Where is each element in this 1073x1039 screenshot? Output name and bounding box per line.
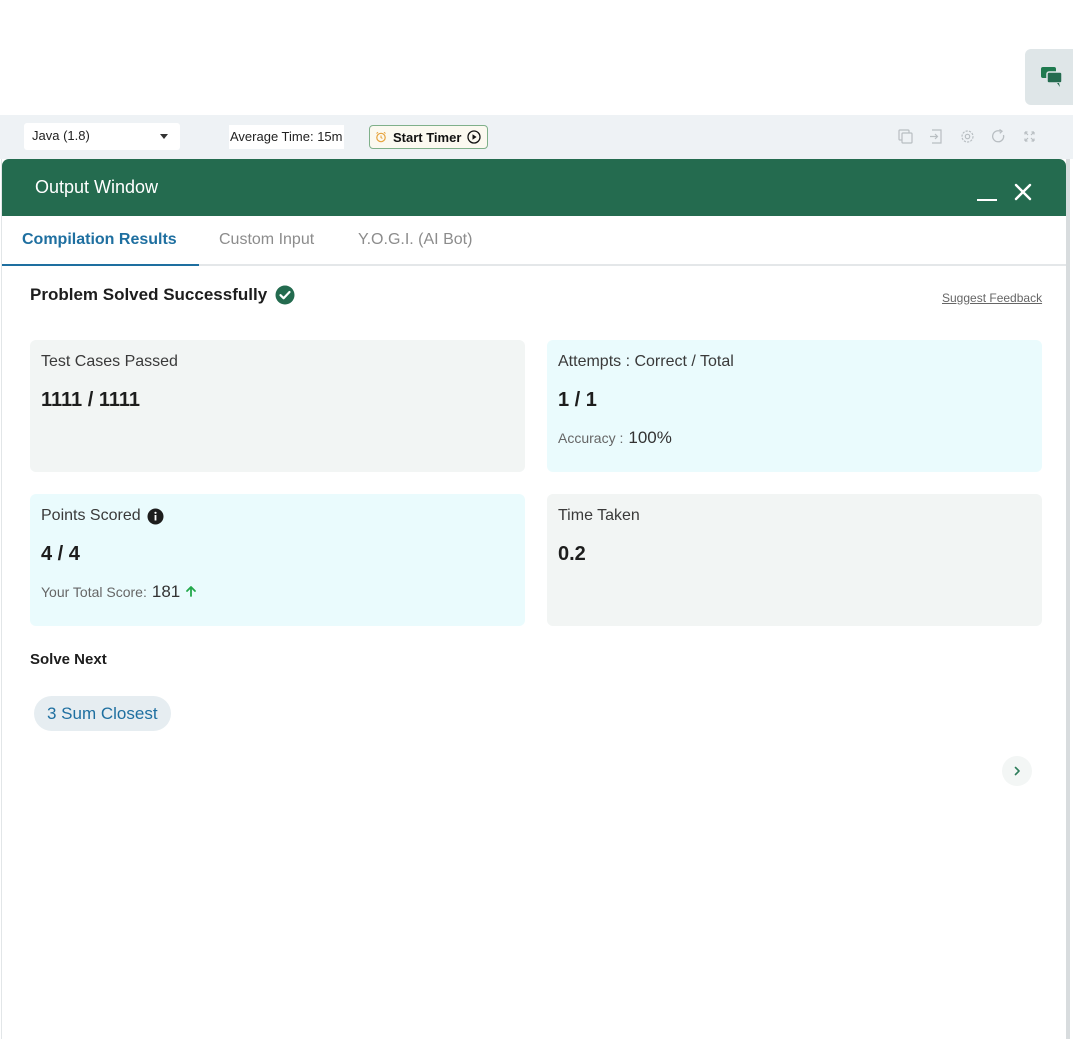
card-label: Test Cases Passed — [41, 353, 178, 370]
attempts-card: Attempts : Correct / Total 1 / 1 Accurac… — [547, 340, 1042, 472]
card-label: Time Taken — [558, 507, 640, 524]
card-label: Attempts : Correct / Total — [558, 353, 734, 370]
total-score-value: 181 — [151, 582, 181, 601]
card-value: 1111 / 1111 — [41, 389, 141, 411]
refresh-icon[interactable] — [989, 127, 1008, 146]
accuracy-value: 100% — [628, 428, 672, 447]
test-cases-card: Test Cases Passed 1111 / 1111 — [30, 340, 525, 472]
total-score-row: Your Total Score: 181 — [41, 582, 514, 602]
points-card: Points Scored 4 / 4 Your Total Score: 18… — [30, 494, 525, 626]
card-value: 0.2 — [558, 543, 586, 565]
start-timer-button[interactable]: Start Timer — [369, 125, 488, 149]
tab-custom-input[interactable]: Custom Input — [219, 216, 314, 266]
info-icon[interactable] — [147, 508, 164, 525]
alarm-icon — [376, 131, 386, 143]
tab-yogi-ai-bot[interactable]: Y.O.G.I. (AI Bot) — [358, 216, 472, 266]
chat-icon — [1041, 67, 1063, 87]
tab-compilation-results[interactable]: Compilation Results — [2, 216, 199, 266]
accuracy-label: Accuracy : — [558, 430, 624, 446]
average-time: Average Time: 15m — [229, 125, 345, 149]
arrow-up-icon — [186, 586, 197, 597]
language-select[interactable]: Java (1.8) — [24, 123, 180, 150]
card-value: 4 / 4 — [41, 543, 80, 565]
solve-next-chip[interactable]: 3 Sum Closest — [34, 696, 171, 731]
status-heading: Problem Solved Successfully — [30, 285, 295, 305]
chat-button[interactable] — [1025, 49, 1073, 105]
language-select-value: Java (1.8) — [32, 128, 90, 143]
solve-next-heading: Solve Next — [30, 651, 107, 668]
total-score-label: Your Total Score: — [41, 584, 147, 600]
next-button[interactable] — [1002, 756, 1032, 786]
card-label-row: Points Scored — [41, 507, 514, 525]
copy-icon[interactable] — [896, 127, 915, 146]
minimize-icon[interactable] — [977, 187, 997, 201]
chevron-right-icon — [1014, 766, 1020, 776]
close-icon[interactable] — [1012, 181, 1034, 203]
accuracy-row: Accuracy : 100% — [558, 428, 1031, 448]
caret-down-icon — [160, 134, 168, 139]
start-timer-label: Start Timer — [393, 129, 462, 145]
suggest-feedback-link[interactable]: Suggest Feedback — [942, 291, 1042, 305]
login-icon[interactable] — [927, 127, 946, 146]
output-tabs: Compilation Results Custom Input Y.O.G.I… — [2, 216, 1066, 266]
editor-toolbar: Java (1.8) Average Time: 15m Start Timer — [0, 115, 1073, 159]
check-circle-icon — [275, 285, 295, 305]
fullscreen-icon[interactable] — [1020, 127, 1039, 146]
time-taken-card: Time Taken 0.2 — [547, 494, 1042, 626]
output-window: Output Window Compilation Results Custom… — [1, 159, 1070, 1039]
settings-icon[interactable] — [958, 127, 977, 146]
card-value: 1 / 1 — [558, 389, 597, 411]
output-window-title: Output Window — [35, 177, 159, 197]
card-label: Points Scored — [41, 507, 141, 524]
status-text: Problem Solved Successfully — [30, 285, 268, 304]
output-window-header: Output Window — [2, 159, 1066, 216]
play-circle-icon — [467, 130, 482, 144]
